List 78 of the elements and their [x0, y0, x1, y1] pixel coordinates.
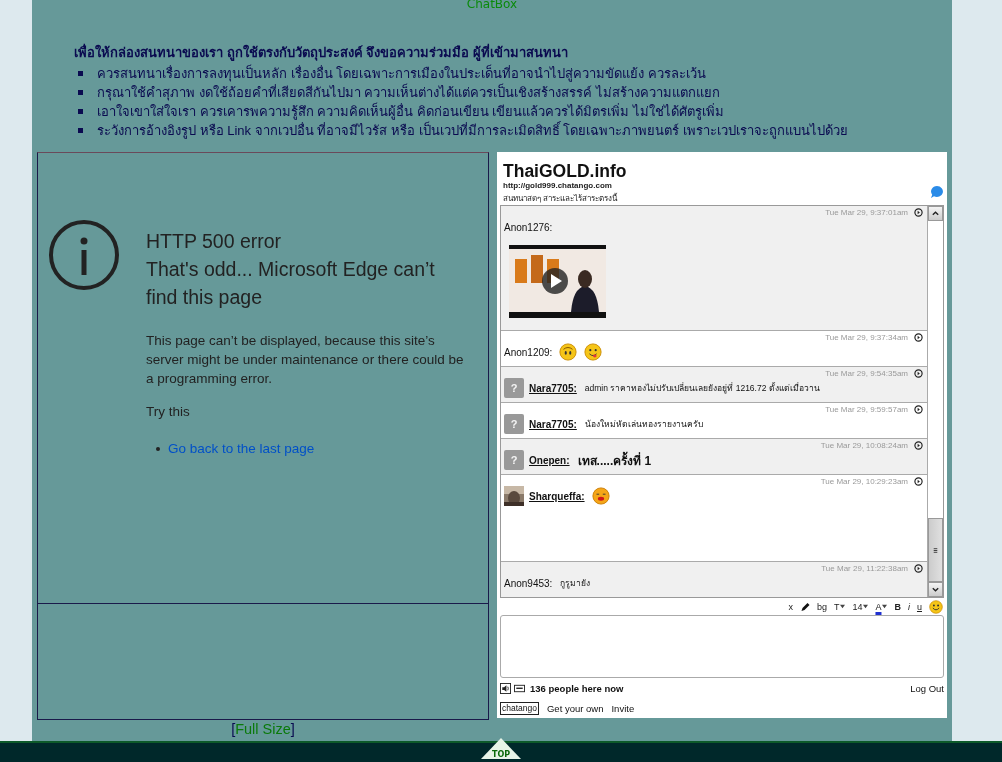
message-time: Tue Mar 29, 9:37:34am: [825, 332, 908, 342]
message-time: Tue Mar 29, 9:37:01am: [825, 207, 908, 217]
bullet-icon: [156, 446, 160, 451]
bullet-icon: [78, 71, 83, 76]
message-text: กูรูมายัง: [560, 577, 591, 590]
underline-button[interactable]: u: [917, 601, 922, 612]
message-time: Tue Mar 29, 11:22:38am: [821, 563, 908, 573]
play-icon[interactable]: [914, 368, 923, 378]
message-time: Tue Mar 29, 10:29:23am: [820, 476, 908, 486]
caret-icon: [840, 604, 846, 609]
rule-text: ควรสนทนาเรื่องการลงทุนเป็นหลัก เรื่องอื่น โดยเฉพาะการเมืองในประเด็นที่อาจนำไปสู่ความขัดแย้ง ควรละเว้น: [97, 64, 706, 83]
message-time: Tue Mar 29, 9:54:35am: [825, 368, 908, 378]
invite-link[interactable]: Invite: [611, 702, 635, 714]
bullet-icon: [78, 109, 83, 114]
info-icon: [48, 219, 120, 291]
user-name[interactable]: Sharqueffa:: [529, 490, 585, 502]
get-your-own-link[interactable]: Get your own: [547, 702, 604, 714]
pen-icon[interactable]: [799, 601, 810, 612]
rules-heading: เพื่อให้กล่องสนทนาของเรา ถูกใช้ตรงกับวัตถุประสงค์ จึงขอความร่วมมือ ผู้ที่เข้ามาสนทนา: [74, 42, 569, 63]
emoticon-icon: [559, 343, 578, 361]
color-button[interactable]: A: [875, 601, 888, 612]
user-name[interactable]: Nara7705:: [529, 382, 577, 394]
scroll-up-icon[interactable]: [931, 209, 940, 218]
error-title: HTTP 500 error: [146, 229, 283, 254]
message-text: เทส.....ครั้งที่ 1: [577, 450, 652, 470]
caret-icon: [863, 604, 869, 609]
bullet-icon: [78, 90, 83, 95]
user-name: Anon9453:: [504, 577, 553, 589]
emoticon-icon: [591, 487, 610, 505]
avatar: ?: [504, 378, 524, 398]
size-button[interactable]: 14: [852, 601, 869, 612]
clear-format-button[interactable]: x: [788, 601, 793, 612]
logout-link[interactable]: Log Out: [910, 682, 944, 694]
error-message: This page can’t be displayed, because this site’s server might be under maintenance or there could be a programming error.: [146, 332, 465, 388]
play-icon[interactable]: [914, 440, 923, 450]
user-name[interactable]: Nara7705:: [529, 418, 577, 430]
speech-bubble-icon[interactable]: [930, 185, 944, 199]
avatar: ?: [504, 414, 524, 434]
chat-description: สนทนาสดๆ สาระและไร้สาระตรงนี้: [502, 192, 619, 205]
speaker-icon[interactable]: [500, 682, 511, 694]
scrollbar[interactable]: [927, 206, 943, 597]
user-name: Anon1209:: [504, 346, 553, 358]
rule-text: กรุณาใช้คำสุภาพ งดใช้ถ้อยคำที่เสียดสีกันไปมา ความเห็นต่างได้แต่ควรเป็นเชิงสร้างสรรค์ ไม่สร้างความแตกแยก: [97, 83, 720, 102]
bracket: ]: [290, 721, 295, 737]
try-label: Try this: [146, 403, 191, 421]
bold-button[interactable]: B: [894, 601, 901, 612]
user-name[interactable]: Onepen:: [529, 454, 570, 466]
people-count: 136 people here now: [530, 682, 624, 694]
play-icon[interactable]: [914, 332, 923, 342]
chat-title: ThaiGOLD.info: [502, 161, 627, 181]
window-icon[interactable]: [514, 682, 525, 694]
chatango-logo[interactable]: chatango: [500, 701, 539, 715]
error-subtitle: That's odd... Microsoft Edge can’t find this page: [146, 257, 436, 310]
play-icon[interactable]: [914, 563, 923, 573]
play-icon[interactable]: [914, 207, 923, 217]
message-input[interactable]: [500, 615, 944, 678]
play-icon[interactable]: [914, 476, 923, 486]
grip-icon[interactable]: [931, 545, 940, 555]
bracket: [: [231, 721, 236, 737]
caret-icon: [882, 604, 888, 609]
play-icon[interactable]: [914, 404, 923, 414]
smiley-icon[interactable]: [929, 599, 943, 614]
background-button[interactable]: bg: [816, 601, 827, 612]
scroll-down-icon[interactable]: [931, 585, 940, 594]
italic-button[interactable]: i: [908, 601, 910, 612]
avatar[interactable]: [504, 486, 524, 506]
message-time: Tue Mar 29, 9:59:57am: [825, 404, 908, 414]
message-text: น้องใหม่หัดเล่นทองรายงานครับ: [584, 418, 703, 431]
message-time: Tue Mar 29, 10:08:24am: [820, 440, 908, 450]
emoticon-icon: [584, 343, 603, 361]
rule-text: เอาใจเขาใส่ใจเรา ควรเคารพความรู้สึก ความคิดเห็นผู้อื่น คิดก่อนเขียน เขียนแล้วควรได้มิตรเพิ่ม ไม่ใช่ได้ศัตรูเพิ่ม: [97, 102, 725, 121]
user-name: Anon1276:: [504, 221, 553, 233]
bullet-icon: [78, 128, 83, 133]
rule-text: ระวังการอ้างอิงรูป หรือ Link จากเวปอื่น ที่อาจมีไวรัส หรือ เป็นเวปที่มีการละเมิดสิทธิ์ โดยเฉพาะภาพยนตร์ เพราะเวปเราจะถูกแบนไปด้วย: [97, 121, 848, 140]
message-text: admin ราคาทองไม่ปรับเปลี่ยนเลยยังอยู่ที่ 1216.72 ตั้งแต่เมื่อวาน: [584, 381, 820, 395]
avatar: ?: [504, 450, 524, 470]
chat-url: http://gold999.chatango.com: [502, 181, 613, 190]
font-button[interactable]: T: [833, 601, 846, 612]
